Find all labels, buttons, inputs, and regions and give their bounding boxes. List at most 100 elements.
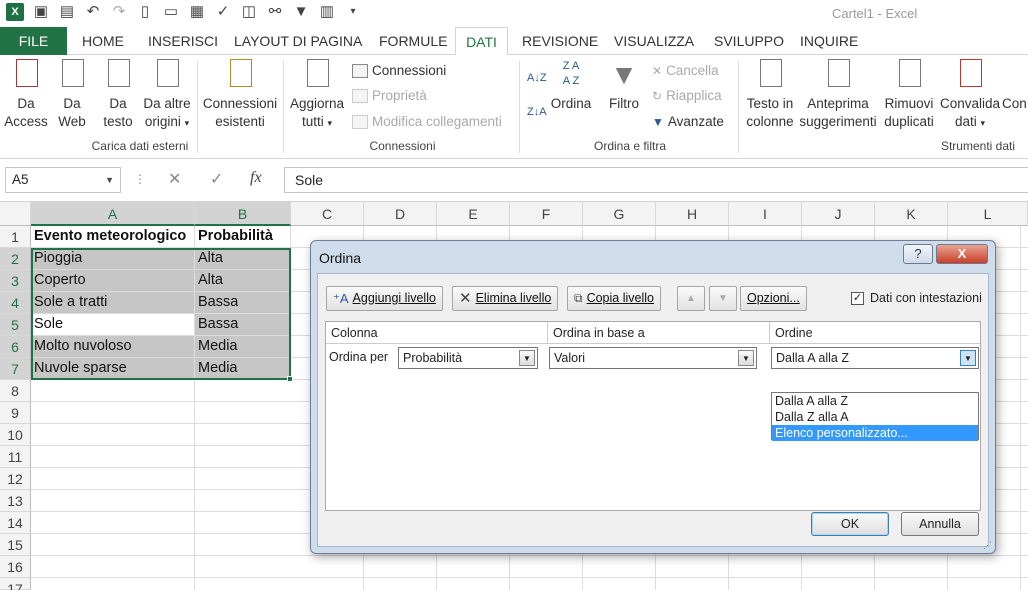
- tab-review[interactable]: REVISIONE: [522, 27, 598, 55]
- row-header[interactable]: 11: [0, 446, 31, 468]
- formula-input[interactable]: Sole: [284, 167, 1028, 193]
- name-box[interactable]: A5 ▼: [5, 167, 121, 193]
- from-web-button[interactable]: Da Web: [52, 59, 92, 131]
- row-header[interactable]: 16: [0, 556, 31, 578]
- print-icon[interactable]: ▦: [188, 3, 206, 21]
- order-option-highlighted[interactable]: Elenco personalizzato...: [772, 425, 978, 441]
- tab-file[interactable]: FILE: [0, 27, 67, 55]
- row-header[interactable]: 14: [0, 512, 31, 534]
- column-header-c[interactable]: C: [291, 202, 364, 226]
- fill-handle[interactable]: [287, 376, 293, 382]
- undo-icon[interactable]: ↶: [84, 3, 102, 21]
- order-option[interactable]: Dalla Z alla A: [772, 409, 978, 425]
- spell-check-icon[interactable]: ✓: [214, 3, 232, 21]
- tab-formulas[interactable]: FORMULE: [379, 27, 447, 55]
- edit-links-button[interactable]: Modifica collegamenti: [352, 113, 502, 131]
- row-header[interactable]: 12: [0, 468, 31, 490]
- column-header-k[interactable]: K: [875, 202, 948, 226]
- remove-duplicates-button[interactable]: Rimuovi duplicati: [880, 59, 938, 131]
- from-access-button[interactable]: Da Access: [4, 59, 48, 131]
- save-as-icon[interactable]: ▤: [58, 3, 76, 21]
- find-icon[interactable]: ⚯: [266, 3, 284, 21]
- tab-inquire[interactable]: INQUIRE: [800, 27, 858, 55]
- cancel-button[interactable]: Annulla: [901, 512, 979, 536]
- cell-a5-active[interactable]: Sole: [31, 314, 195, 336]
- text-to-columns-button[interactable]: Testo in colonne: [742, 59, 798, 131]
- cell-a1[interactable]: Evento meteorologico: [31, 226, 195, 248]
- existing-connections-button[interactable]: Connessioni esistenti: [201, 59, 279, 131]
- row-header[interactable]: 1: [0, 226, 31, 248]
- cell-b7[interactable]: Media: [195, 358, 291, 380]
- order-option[interactable]: Dalla A alla Z: [772, 393, 978, 409]
- order-select[interactable]: Dalla A alla Z ▼: [771, 347, 979, 369]
- open-folder-icon[interactable]: ▭: [162, 3, 180, 21]
- resize-grip-icon[interactable]: ⋰: [983, 540, 992, 551]
- checkbox-checked-icon[interactable]: ✓: [851, 291, 864, 305]
- row-header[interactable]: 17: [0, 578, 31, 590]
- add-level-button[interactable]: ⁺A Aggiungi livello: [326, 286, 443, 311]
- cancel-entry-icon[interactable]: ✕: [168, 169, 181, 189]
- column-header-h[interactable]: H: [656, 202, 729, 226]
- save-icon[interactable]: ▣: [32, 3, 50, 21]
- column-header-j[interactable]: J: [802, 202, 875, 226]
- filter-icon[interactable]: ▼: [292, 3, 310, 21]
- sort-button[interactable]: Z AA Z Ordina: [548, 59, 594, 113]
- row-header[interactable]: 15: [0, 534, 31, 556]
- copy-level-button[interactable]: ⧉ Copia livello: [567, 286, 661, 311]
- sort-az-button[interactable]: A↓Z: [527, 69, 547, 87]
- column-header-i[interactable]: I: [729, 202, 802, 226]
- cell-a7[interactable]: Nuvole sparse: [31, 358, 195, 380]
- row-header[interactable]: 2: [0, 248, 31, 270]
- row-header[interactable]: 4: [0, 292, 31, 314]
- filter-button[interactable]: ▼ Filtro: [604, 59, 644, 113]
- row-header[interactable]: 13: [0, 490, 31, 512]
- column-header-e[interactable]: E: [437, 202, 510, 226]
- move-up-button[interactable]: ▲: [677, 286, 705, 311]
- data-validation-button[interactable]: Convalida dati ▾: [938, 59, 1002, 132]
- cell-a6[interactable]: Molto nuvoloso: [31, 336, 195, 358]
- cell-b2[interactable]: Alta: [195, 248, 291, 270]
- properties-button[interactable]: Proprietà: [352, 87, 427, 105]
- advanced-filter-button[interactable]: ▼ Avanzate: [652, 113, 724, 131]
- row-header[interactable]: 10: [0, 424, 31, 446]
- column-header-b[interactable]: B: [195, 202, 291, 226]
- close-button[interactable]: X: [936, 244, 988, 264]
- row-header[interactable]: 6: [0, 336, 31, 358]
- column-header-d[interactable]: D: [364, 202, 437, 226]
- select-all-corner[interactable]: [0, 202, 31, 226]
- cell-b6[interactable]: Media: [195, 336, 291, 358]
- from-text-button[interactable]: Da testo: [98, 59, 138, 131]
- tab-insert[interactable]: INSERISCI: [148, 27, 218, 55]
- reapply-button[interactable]: ↻ Riapplica: [652, 87, 722, 105]
- redo-icon[interactable]: ↷: [110, 3, 128, 21]
- new-document-icon[interactable]: ▯: [136, 3, 154, 21]
- row-header[interactable]: 7: [0, 358, 31, 380]
- cell-b1[interactable]: Probabilità: [195, 226, 291, 248]
- cell-b4[interactable]: Bassa: [195, 292, 291, 314]
- tab-developer[interactable]: SVILUPPO: [714, 27, 784, 55]
- row-header[interactable]: 8: [0, 380, 31, 402]
- column-header-g[interactable]: G: [583, 202, 656, 226]
- from-other-sources-button[interactable]: Da altre origini ▾: [140, 59, 194, 132]
- ok-button[interactable]: OK: [811, 512, 889, 536]
- consolidate-button[interactable]: Con: [1002, 59, 1028, 113]
- delete-level-button[interactable]: ✕ Elimina livello: [452, 286, 559, 311]
- column-select[interactable]: Probabilità ▼: [398, 347, 538, 369]
- clear-filter-button[interactable]: ✕ Cancella: [652, 62, 719, 80]
- column-header-a[interactable]: A: [31, 202, 195, 226]
- row-header[interactable]: 5: [0, 314, 31, 336]
- help-button[interactable]: ?: [903, 244, 933, 264]
- flash-fill-button[interactable]: Anteprima suggerimenti: [797, 59, 879, 131]
- cell-a3[interactable]: Coperto: [31, 270, 195, 292]
- form-icon[interactable]: ▥: [318, 3, 336, 21]
- move-down-button[interactable]: ▼: [709, 286, 737, 311]
- headers-checkbox[interactable]: ✓ Dati con intestazioni: [851, 291, 982, 305]
- print-preview-icon[interactable]: ◫: [240, 3, 258, 21]
- row-header[interactable]: 3: [0, 270, 31, 292]
- customize-qat-icon[interactable]: ▾: [344, 3, 362, 21]
- connections-button[interactable]: Connessioni: [352, 62, 446, 80]
- row-header[interactable]: 9: [0, 402, 31, 424]
- cell-a4[interactable]: Sole a tratti: [31, 292, 195, 314]
- cell-b3[interactable]: Alta: [195, 270, 291, 292]
- column-header-f[interactable]: F: [510, 202, 583, 226]
